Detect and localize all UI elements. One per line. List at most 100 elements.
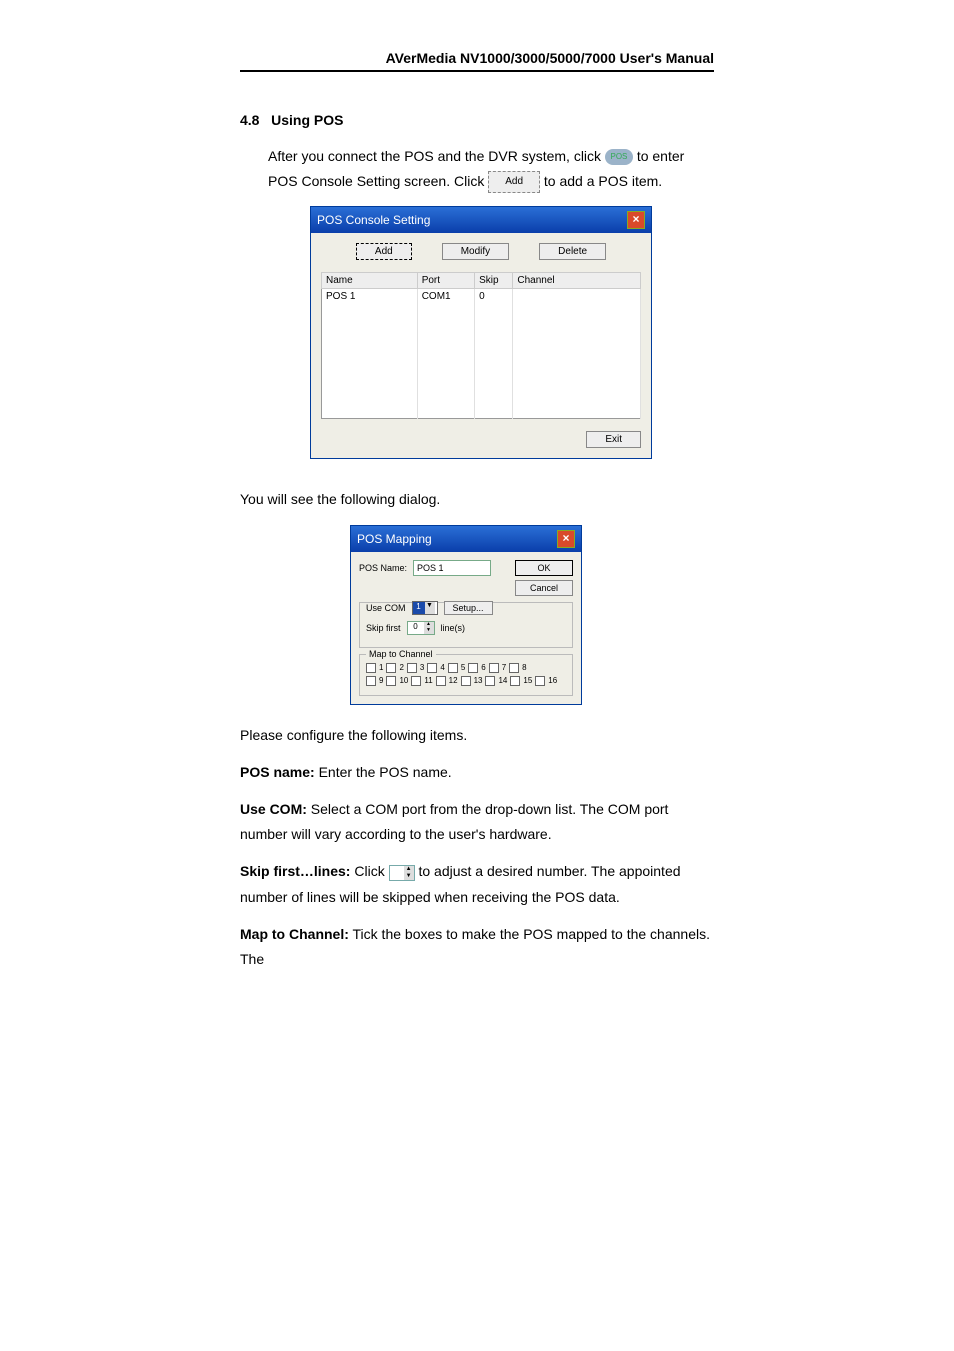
add-icon: Add xyxy=(488,171,540,193)
use-com-row: Use COM 1 ▼ Setup... xyxy=(366,601,566,615)
channel-row-2: 9 10 11 12 13 14 15 16 xyxy=(366,676,566,686)
ch-label: 14 xyxy=(498,676,507,685)
dialog-titlebar: POS Console Setting × xyxy=(311,207,651,233)
cell-name: POS 1 xyxy=(322,289,418,305)
checkbox[interactable] xyxy=(461,676,471,686)
item-map: Map to Channel: Tick the boxes to make t… xyxy=(240,922,714,972)
page: AVerMedia NV1000/3000/5000/7000 User's M… xyxy=(0,0,954,1351)
ch-label: 10 xyxy=(399,676,408,685)
item-label: Skip first…lines: xyxy=(240,863,350,879)
item-pos-name: POS name: Enter the POS name. xyxy=(240,760,714,785)
page-header: AVerMedia NV1000/3000/5000/7000 User's M… xyxy=(240,50,714,72)
item-use-com: Use COM: Select a COM port from the drop… xyxy=(240,797,714,847)
table-row[interactable]: POS 1 COM1 0 xyxy=(322,289,641,305)
ch-label: 8 xyxy=(522,663,526,672)
ch-label: 12 xyxy=(449,676,458,685)
ch-label: 4 xyxy=(440,663,444,672)
item-skip: Skip first…lines: Click ▲▼ to adjust a d… xyxy=(240,859,714,909)
pos-name-input[interactable] xyxy=(413,560,491,576)
ch-label: 1 xyxy=(379,663,383,672)
pos-name-label: POS Name: xyxy=(359,563,407,573)
checkbox[interactable] xyxy=(510,676,520,686)
checkbox[interactable] xyxy=(411,676,421,686)
setup-button[interactable]: Setup... xyxy=(444,601,493,615)
pos-table[interactable]: Name Port Skip Channel POS 1 COM1 0 xyxy=(321,272,641,419)
table-header-row: Name Port Skip Channel xyxy=(322,273,641,289)
ch-label: 6 xyxy=(481,663,485,672)
channel-row-1: 1 2 3 4 5 6 7 8 xyxy=(366,663,566,673)
section-name: Using POS xyxy=(271,112,343,128)
modify-button[interactable]: Modify xyxy=(442,243,509,260)
com-select[interactable]: 1 ▼ xyxy=(412,601,438,615)
table-empty xyxy=(322,304,641,419)
mid-text: You will see the following dialog. xyxy=(240,487,714,512)
item-text-a: Click xyxy=(350,863,388,879)
ch-label: 2 xyxy=(399,663,403,672)
ch-label: 15 xyxy=(523,676,532,685)
map-channel-fieldset: Map to Channel 1 2 3 4 5 6 7 8 9 10 xyxy=(359,654,573,696)
section-title: 4.8 Using POS xyxy=(240,112,714,128)
button-row: Add Modify Delete xyxy=(321,243,641,260)
pos-icon: POS xyxy=(605,149,633,165)
checkbox[interactable] xyxy=(448,663,458,673)
cell-skip: 0 xyxy=(475,289,513,305)
ch-label: 13 xyxy=(474,676,483,685)
skip-value: 0 xyxy=(408,622,424,634)
intro-c: to add a POS item. xyxy=(544,173,662,189)
checkbox[interactable] xyxy=(489,663,499,673)
ch-label: 7 xyxy=(502,663,506,672)
cell-port: COM1 xyxy=(417,289,474,305)
ok-button[interactable]: OK xyxy=(515,560,573,576)
item-label: Map to Channel: xyxy=(240,926,349,942)
col-port[interactable]: Port xyxy=(417,273,474,289)
dialog-titlebar: POS Mapping × xyxy=(351,526,581,552)
checkbox[interactable] xyxy=(468,663,478,673)
exit-button[interactable]: Exit xyxy=(586,431,641,448)
ch-label: 3 xyxy=(420,663,424,672)
col-channel[interactable]: Channel xyxy=(513,273,641,289)
dialog-body: POS Name: OK Cancel Use COM 1 ▼ xyxy=(351,552,581,704)
delete-button[interactable]: Delete xyxy=(539,243,606,260)
ch-label: 16 xyxy=(548,676,557,685)
exit-row: Exit xyxy=(321,429,641,448)
col-name[interactable]: Name xyxy=(322,273,418,289)
skip-first-label: Skip first xyxy=(366,623,401,633)
checkbox[interactable] xyxy=(509,663,519,673)
ch-label: 11 xyxy=(424,676,432,685)
dialog-title: POS Console Setting xyxy=(317,213,430,227)
checkbox[interactable] xyxy=(436,676,446,686)
checkbox[interactable] xyxy=(427,663,437,673)
section-number: 4.8 xyxy=(240,112,259,128)
intro-paragraph: After you connect the POS and the DVR sy… xyxy=(268,144,714,194)
pos-name-row: POS Name: xyxy=(359,560,509,576)
checkbox[interactable] xyxy=(407,663,417,673)
checkbox[interactable] xyxy=(535,676,545,686)
intro-a: After you connect the POS and the DVR sy… xyxy=(268,148,605,164)
dialog-title: POS Mapping xyxy=(357,532,432,546)
skip-first-row: Skip first 0 ▲▼ line(s) xyxy=(366,621,566,635)
dialog-body: Add Modify Delete Name Port Skip Channel… xyxy=(311,233,651,458)
lines-label: line(s) xyxy=(441,623,466,633)
checkbox[interactable] xyxy=(485,676,495,686)
chevron-down-icon: ▼ xyxy=(425,602,435,614)
checkbox[interactable] xyxy=(386,676,396,686)
close-icon[interactable]: × xyxy=(627,211,645,229)
checkbox[interactable] xyxy=(386,663,396,673)
item-label: Use COM: xyxy=(240,801,307,817)
spinner-icon: ▲▼ xyxy=(389,865,415,881)
add-button[interactable]: Add xyxy=(356,243,412,260)
cell-channel xyxy=(513,289,641,305)
item-text: Enter the POS name. xyxy=(315,764,452,780)
spinner-arrows-icon: ▲▼ xyxy=(424,622,434,634)
cancel-button[interactable]: Cancel xyxy=(515,580,573,596)
config-intro: Please configure the following items. xyxy=(240,723,714,748)
map-legend: Map to Channel xyxy=(366,649,436,659)
checkbox[interactable] xyxy=(366,676,376,686)
close-icon[interactable]: × xyxy=(557,530,575,548)
ch-label: 9 xyxy=(379,676,383,685)
com-fieldset: Use COM 1 ▼ Setup... Skip first 0 ▲▼ xyxy=(359,602,573,648)
col-skip[interactable]: Skip xyxy=(475,273,513,289)
checkbox[interactable] xyxy=(366,663,376,673)
skip-spinner[interactable]: 0 ▲▼ xyxy=(407,621,435,635)
use-com-label: Use COM xyxy=(366,603,406,613)
